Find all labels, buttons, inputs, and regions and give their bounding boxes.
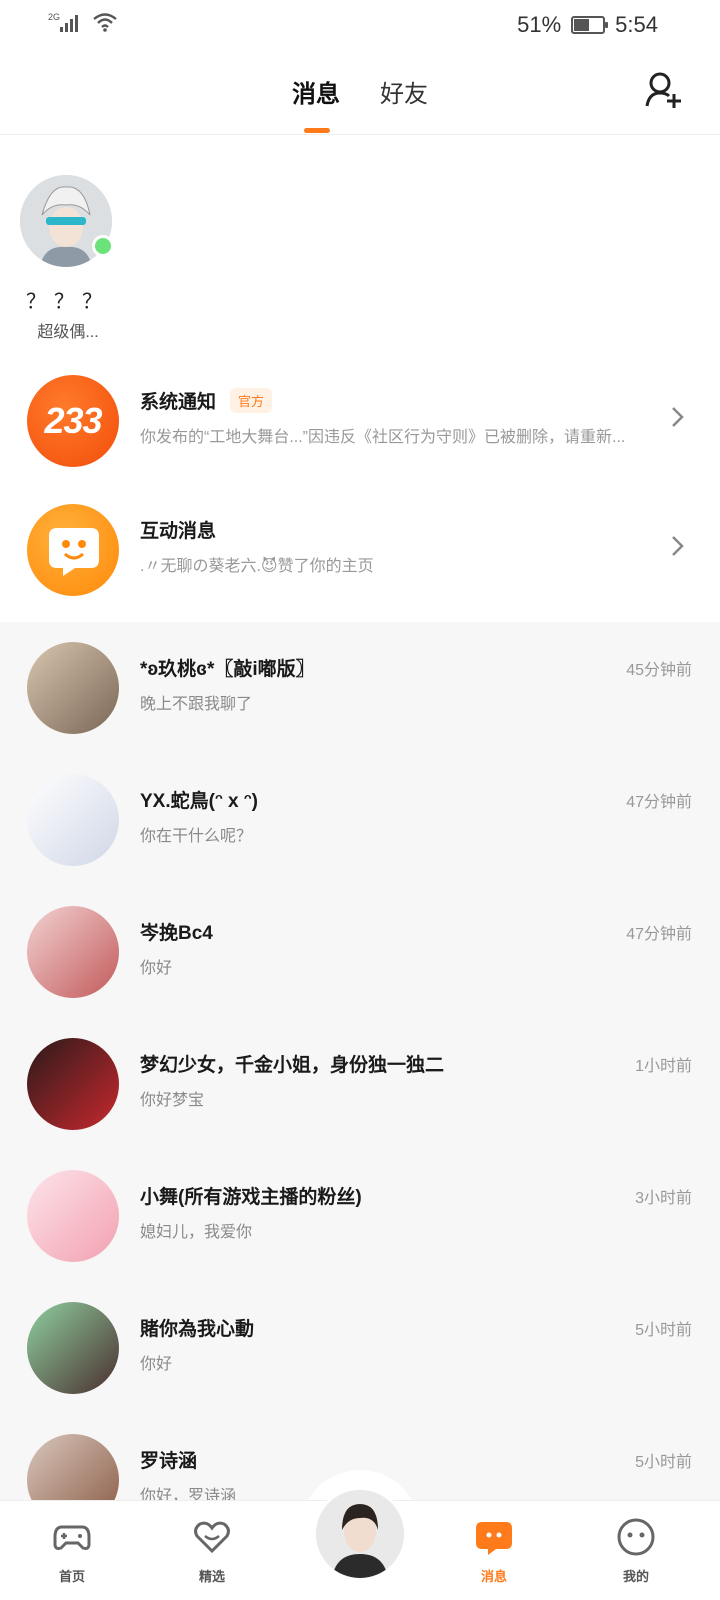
nav-messages[interactable]: 消息: [454, 1517, 534, 1585]
system-notification-preview: 你发布的“工地大舞台...”因违反《社区行为守则》已被删除，请重新...: [140, 429, 626, 446]
status-right: 51% 5:54: [517, 12, 658, 38]
heart-chat-icon: [194, 1521, 230, 1554]
interaction-messages-row[interactable]: 互动消息 .〃无聊の葵老六.😈赞了你的主页: [0, 482, 720, 610]
nav-messages-label: 消息: [480, 1569, 507, 1584]
online-status-dot: [92, 235, 114, 257]
chat-time: 47分钟前: [626, 794, 692, 811]
chat-preview: 你好: [140, 960, 173, 977]
chat-list: *ʚ玖桃ɞ*〖敲i嘟版〗 晚上不跟我聊了 45分钟前 YX.蛇鳥(ᵔ x ᵔ) …: [0, 622, 720, 1526]
avatar[interactable]: [27, 1038, 119, 1130]
chat-name: 賭你為我心動: [140, 1319, 255, 1340]
message-icon: [476, 1522, 512, 1555]
chat-time: 5小时前: [635, 1322, 692, 1339]
chat-item[interactable]: 小舞(所有游戏主播的粉丝) 媳妇儿，我爱你 3小时前: [0, 1150, 720, 1282]
add-user-icon[interactable]: [644, 70, 684, 110]
chat-time: 3小时前: [635, 1190, 692, 1207]
chat-name: *ʚ玖桃ɞ*〖敲i嘟版〗: [140, 659, 315, 680]
nav-featured[interactable]: 精选: [172, 1517, 252, 1585]
avatar-illustration: [316, 1490, 404, 1578]
nav-home-label: 首页: [58, 1569, 85, 1584]
chat-item[interactable]: 梦幻少女，千金小姐，身份独一独二 你好梦宝 1小时前: [0, 1018, 720, 1150]
chat-bubble-icon: [49, 528, 99, 576]
interaction-messages-title-wrap: 互动消息: [140, 516, 216, 543]
tab-messages[interactable]: 消息: [292, 74, 340, 109]
chat-item[interactable]: 賭你為我心動 你好 5小时前: [0, 1282, 720, 1414]
chat-name: 梦幻少女，千金小姐，身份独一独二: [140, 1055, 445, 1076]
wifi-icon: [93, 13, 117, 32]
chat-preview: 媳妇儿，我爱你: [140, 1224, 253, 1241]
chevron-right-icon: [672, 407, 684, 427]
chat-preview: 你在干什么呢？: [140, 828, 253, 845]
official-badge: 官方: [230, 388, 273, 413]
chat-time: 5小时前: [635, 1454, 692, 1471]
chat-name: 岑挽Bc4: [140, 923, 213, 944]
chat-preview: 晚上不跟我聊了: [140, 696, 253, 713]
chat-time: 47分钟前: [626, 926, 692, 943]
avatar[interactable]: [27, 642, 119, 734]
chat-time: 45分钟前: [626, 662, 692, 679]
avatar[interactable]: [27, 1170, 119, 1262]
nav-profile-label: 我的: [622, 1569, 649, 1584]
chat-name: 小舞(所有游戏主播的粉丝): [140, 1187, 362, 1208]
battery-icon: [571, 16, 609, 34]
online-friend[interactable]: ？？？ 超级偶...: [20, 175, 116, 342]
avatar[interactable]: [27, 1302, 119, 1394]
chat-name: YX.蛇鳥(ᵔ x ᵔ): [140, 791, 259, 812]
active-tab-indicator: [304, 128, 330, 133]
chevron-right-icon: [672, 536, 684, 556]
nav-featured-label: 精选: [198, 1569, 225, 1584]
avatar[interactable]: [27, 906, 119, 998]
battery-percent: 51%: [517, 12, 562, 37]
signal-icon: [60, 12, 78, 32]
chat-item[interactable]: *ʚ玖桃ɞ*〖敲i嘟版〗 晚上不跟我聊了 45分钟前: [0, 622, 720, 754]
system-notification-row[interactable]: 233 系统通知 官方 你发布的“工地大舞台...”因违反《社区行为守则》已被删…: [0, 353, 720, 481]
header: 消息 好友: [0, 50, 720, 135]
network-type: 2G: [48, 12, 61, 22]
status-left: 2G: [48, 12, 118, 32]
gamepad-icon: [53, 1525, 91, 1550]
chat-time: 1小时前: [635, 1058, 692, 1075]
face-icon: [617, 1518, 655, 1556]
chat-item[interactable]: 岑挽Bc4 你好 47分钟前: [0, 886, 720, 1018]
system-notification-icon: 233: [27, 375, 119, 467]
chat-name: 罗诗涵: [140, 1451, 198, 1472]
system-notification-title: 系统通知: [140, 392, 217, 413]
online-friend-status: 超级偶...: [37, 324, 99, 341]
chat-preview: 你好: [140, 1356, 173, 1373]
interaction-messages-icon: [27, 504, 119, 596]
nav-profile[interactable]: 我的: [596, 1517, 676, 1585]
system-notification-title-wrap: 系统通知 官方: [140, 387, 273, 414]
status-bar: 2G 51% 5:54: [0, 0, 720, 50]
interaction-messages-title: 互动消息: [140, 521, 217, 542]
tab-friends[interactable]: 好友: [380, 74, 428, 109]
clock: 5:54: [615, 12, 658, 37]
avatar[interactable]: [27, 774, 119, 866]
online-friend-name: ？？？: [26, 291, 110, 313]
chat-item[interactable]: YX.蛇鳥(ᵔ x ᵔ) 你在干什么呢？ 47分钟前: [0, 754, 720, 886]
center-avatar-button[interactable]: [313, 1487, 407, 1581]
chat-preview: 你好梦宝: [140, 1092, 205, 1109]
nav-home[interactable]: 首页: [32, 1517, 112, 1585]
interaction-messages-preview: .〃无聊の葵老六.😈赞了你的主页: [140, 558, 374, 575]
